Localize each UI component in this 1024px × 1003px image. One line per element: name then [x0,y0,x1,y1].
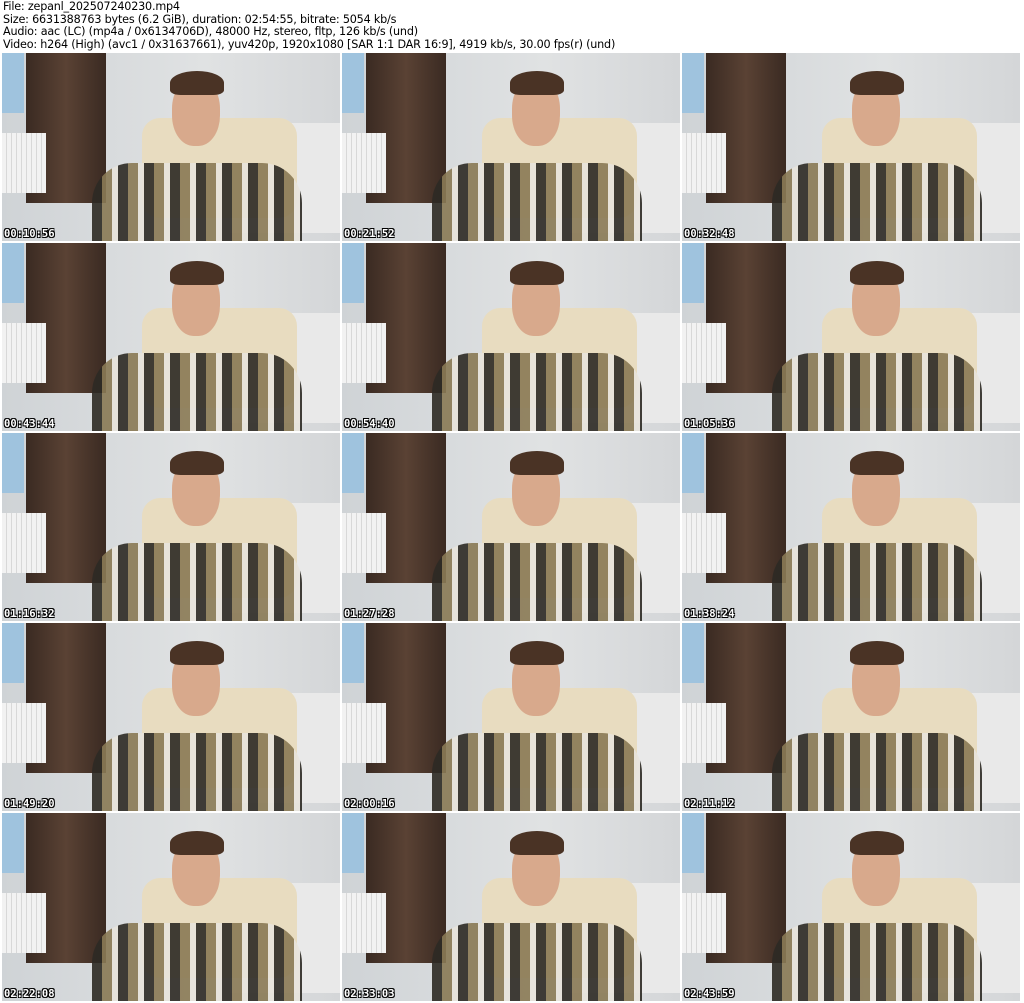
thumbnail-timestamp: 00:21:52 [344,228,395,240]
scene-shape [850,261,904,285]
scene-shape [342,893,386,953]
video-thumbnail: 00:54:40 [342,243,680,431]
video-thumbnail: 02:11:12 [682,623,1020,811]
video-thumbnail: 02:33:03 [342,813,680,1001]
thumbnail-timestamp: 01:16:32 [4,608,55,620]
scene-shape [850,71,904,95]
thumbnail-timestamp: 01:05:36 [684,418,735,430]
scene-shape [772,543,982,621]
video-thumbnail: 01:16:32 [2,433,340,621]
scene-shape [682,893,726,953]
thumbnail-timestamp: 01:38:24 [684,608,735,620]
file-name: File: zepanl_202507240230.mp4 [3,0,180,13]
scene-shape [170,641,224,665]
scene-shape [342,813,364,873]
scene-shape [2,243,24,303]
audio-info: Audio: aac (LC) (mp4a / 0x6134706D), 480… [3,25,418,38]
scene-shape [772,353,982,431]
scene-shape [682,53,704,113]
scene-shape [682,513,726,573]
scene-shape [510,261,564,285]
thumbnail-timestamp: 01:27:28 [344,608,395,620]
scene-shape [682,433,704,493]
thumbnail-grid: 00:10:56 00:21:52 00:32:48 00:43:44 00:54:40… [2,53,1020,1001]
thumbnail-timestamp: 00:54:40 [344,418,395,430]
scene-shape [342,513,386,573]
video-info: Video: h264 (High) (avc1 / 0x31637661), … [3,37,616,51]
scene-shape [432,733,642,811]
scene-shape [342,133,386,193]
thumbnail-timestamp: 00:32:48 [684,228,735,240]
scene-shape [2,323,46,383]
video-thumbnail: 01:49:20 [2,623,340,811]
thumbnail-timestamp: 02:33:03 [344,988,395,1000]
video-thumbnail: 00:10:56 [2,53,340,241]
video-thumbnail: 02:22:08 [2,813,340,1001]
scene-shape [432,923,642,1001]
scene-shape [92,923,302,1001]
thumbnail-timestamp: 02:43:59 [684,988,735,1000]
scene-shape [772,733,982,811]
scene-shape [510,71,564,95]
scene-shape [850,641,904,665]
scene-shape [772,923,982,1001]
scene-shape [510,831,564,855]
video-thumbnail: 01:27:28 [342,433,680,621]
scene-shape [2,433,24,493]
scene-shape [342,623,364,683]
scene-shape [2,513,46,573]
scene-shape [432,353,642,431]
video-thumbnail: 02:00:16 [342,623,680,811]
scene-shape [2,53,24,113]
scene-shape [170,261,224,285]
file-info-header: File: zepanl_202507240230.mp4 Size: 6631… [3,0,616,51]
scene-shape [510,451,564,475]
scene-shape [2,893,46,953]
scene-shape [772,163,982,241]
scene-shape [2,623,24,683]
video-thumbnail: 01:05:36 [682,243,1020,431]
video-thumbnail: 00:32:48 [682,53,1020,241]
scene-shape [682,703,726,763]
scene-shape [510,641,564,665]
scene-shape [682,623,704,683]
scene-shape [432,163,642,241]
thumbnail-timestamp: 02:22:08 [4,988,55,1000]
video-thumbnail: 02:43:59 [682,813,1020,1001]
scene-shape [342,243,364,303]
scene-shape [2,813,24,873]
thumbnail-timestamp: 02:11:12 [684,798,735,810]
scene-shape [850,831,904,855]
scene-shape [92,163,302,241]
scene-shape [682,813,704,873]
video-thumbnail: 00:43:44 [2,243,340,431]
scene-shape [92,733,302,811]
scene-shape [342,433,364,493]
scene-shape [170,831,224,855]
scene-shape [850,451,904,475]
scene-shape [92,543,302,621]
scene-shape [2,703,46,763]
video-thumbnail: 01:38:24 [682,433,1020,621]
thumbnail-timestamp: 00:10:56 [4,228,55,240]
scene-shape [170,71,224,95]
video-thumbnail: 00:21:52 [342,53,680,241]
scene-shape [342,53,364,113]
thumbnail-timestamp: 00:43:44 [4,418,55,430]
scene-shape [682,243,704,303]
scene-shape [170,451,224,475]
scene-shape [432,543,642,621]
thumbnail-timestamp: 01:49:20 [4,798,55,810]
scene-shape [342,703,386,763]
thumbnail-timestamp: 02:00:16 [344,798,395,810]
scene-shape [92,353,302,431]
scene-shape [2,133,46,193]
scene-shape [682,133,726,193]
scene-shape [682,323,726,383]
scene-shape [342,323,386,383]
